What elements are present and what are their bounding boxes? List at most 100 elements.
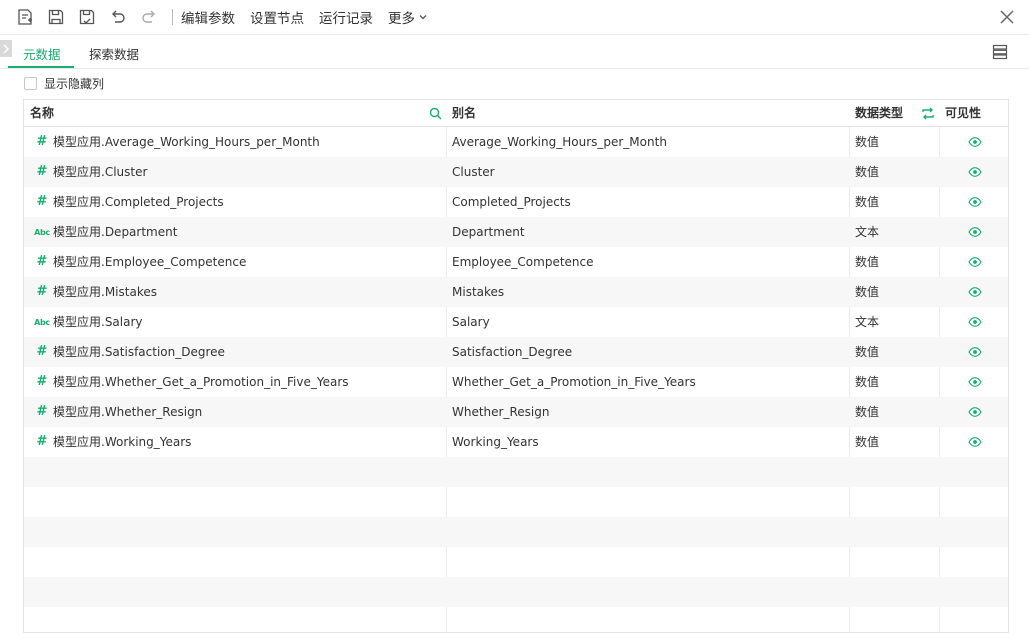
toggle-type-icon[interactable] [921, 107, 935, 120]
show-hidden-columns-toggle[interactable]: 显示隐藏列 [24, 75, 104, 92]
cell-data-type[interactable]: 数值 [855, 367, 879, 397]
cell-data-type[interactable]: 数值 [855, 187, 879, 217]
cell-data-type[interactable]: 数值 [855, 427, 879, 457]
numeric-type-icon: # [36, 134, 48, 149]
numeric-type-icon: # [36, 284, 48, 299]
cell-name: 模型应用.Employee_Competence [53, 255, 247, 269]
table-row[interactable]: # 模型应用.Employee_Competence Employee_Compet… [24, 247, 1008, 277]
more-menu[interactable]: 更多 [388, 7, 428, 27]
cell-data-type[interactable]: 文本 [855, 307, 879, 337]
table-row[interactable]: # 模型应用.Mistakes Mistakes 数值 [24, 277, 1008, 307]
text-type-icon: Abc [34, 318, 50, 327]
eye-icon[interactable] [968, 196, 982, 208]
numeric-type-icon: # [36, 194, 48, 209]
show-hidden-label: 显示隐藏列 [44, 77, 105, 91]
cell-name: 模型应用.Completed_Projects [53, 195, 224, 209]
cell-name: 模型应用.Whether_Resign [53, 405, 203, 419]
eye-icon[interactable] [968, 256, 982, 268]
tab-explore-data[interactable]: 探索数据 [89, 44, 139, 63]
cell-alias[interactable]: Department [452, 217, 525, 247]
edit-params-menu[interactable]: 编辑参数 [181, 7, 235, 27]
tab-metadata[interactable]: 元数据 [23, 44, 61, 63]
empty-row [24, 607, 1008, 632]
numeric-type-icon: # [36, 374, 48, 389]
cell-alias[interactable]: Average_Working_Hours_per_Month [452, 127, 667, 157]
table-row[interactable]: Abc 模型应用.Salary Salary 文本 [24, 307, 1008, 337]
cell-name: 模型应用.Average_Working_Hours_per_Month [53, 135, 320, 149]
numeric-type-icon: # [36, 434, 48, 449]
cell-data-type[interactable]: 数值 [855, 397, 879, 427]
toolbar-divider [172, 9, 173, 25]
table-row[interactable]: # 模型应用.Average_Working_Hours_per_Month Ave… [24, 127, 1008, 157]
table-row[interactable]: # 模型应用.Working_Years Working_Years 数值 [24, 427, 1008, 457]
numeric-type-icon: # [36, 254, 48, 269]
cell-data-type[interactable]: 数值 [855, 337, 879, 367]
eye-icon[interactable] [968, 286, 982, 298]
empty-row [24, 547, 1008, 577]
node-settings-menu[interactable]: 设置节点 [250, 7, 304, 27]
numeric-type-icon: # [36, 344, 48, 359]
empty-row [24, 517, 1008, 547]
metadata-table: 名称 别名 数据类型 可见性 # 模型应用.Average_Working_Hou… [23, 99, 1009, 633]
eye-icon[interactable] [968, 346, 982, 358]
chevron-down-icon [419, 15, 427, 20]
eye-icon[interactable] [968, 316, 982, 328]
more-menu-label: 更多 [388, 11, 415, 27]
cell-alias[interactable]: Whether_Get_a_Promotion_in_Five_Years [452, 367, 696, 397]
cell-data-type[interactable]: 数值 [855, 157, 879, 187]
chevron-right-icon [3, 43, 10, 54]
cell-alias[interactable]: Employee_Competence [452, 247, 594, 277]
table-row[interactable]: # 模型应用.Completed_Projects Completed_Projec… [24, 187, 1008, 217]
table-row[interactable]: # 模型应用.Cluster Cluster 数值 [24, 157, 1008, 187]
eye-icon[interactable] [968, 376, 982, 388]
cell-alias[interactable]: Whether_Resign [452, 397, 549, 427]
sidebar-expand-toggle[interactable] [0, 40, 12, 57]
header-data-type: 数据类型 [855, 106, 904, 120]
cell-alias[interactable]: Cluster [452, 157, 495, 187]
eye-icon[interactable] [968, 406, 982, 418]
eye-icon[interactable] [968, 166, 982, 178]
cell-alias[interactable]: Satisfaction_Degree [452, 337, 572, 367]
table-row[interactable]: # 模型应用.Whether_Resign Whether_Resign 数值 [24, 397, 1008, 427]
cell-name: 模型应用.Cluster [53, 165, 148, 179]
show-hidden-checkbox[interactable] [24, 77, 37, 90]
cell-alias[interactable]: Salary [452, 307, 490, 337]
new-node-icon[interactable] [15, 7, 35, 27]
save-icon[interactable] [46, 7, 66, 27]
save-as-icon[interactable] [77, 7, 97, 27]
table-row[interactable]: # 模型应用.Satisfaction_Degree Satisfaction_De… [24, 337, 1008, 367]
cell-data-type[interactable]: 文本 [855, 217, 879, 247]
cell-alias[interactable]: Mistakes [452, 277, 504, 307]
header-alias: 别名 [452, 106, 477, 120]
tab-bar: 元数据 探索数据 [0, 35, 1029, 69]
cell-alias[interactable]: Working_Years [452, 427, 539, 457]
eye-icon[interactable] [968, 436, 982, 448]
cell-data-type[interactable]: 数值 [855, 127, 879, 157]
cell-name: 模型应用.Salary [53, 315, 143, 329]
header-visibility: 可见性 [945, 106, 982, 120]
table-body: # 模型应用.Average_Working_Hours_per_Month Ave… [24, 127, 1008, 632]
eye-icon[interactable] [968, 136, 982, 148]
header-name: 名称 [30, 106, 55, 120]
empty-row [24, 577, 1008, 607]
undo-icon[interactable] [108, 7, 128, 27]
active-tab-indicator [8, 66, 74, 68]
close-icon[interactable] [999, 9, 1015, 25]
cell-name: 模型应用.Mistakes [53, 285, 157, 299]
cell-name: 模型应用.Department [53, 225, 178, 239]
table-row[interactable]: # 模型应用.Whether_Get_a_Promotion_in_Five_Ye… [24, 367, 1008, 397]
search-icon[interactable] [429, 107, 442, 120]
cell-data-type[interactable]: 数值 [855, 247, 879, 277]
run-history-menu[interactable]: 运行记录 [319, 7, 373, 27]
table-row[interactable]: Abc 模型应用.Department Department 文本 [24, 217, 1008, 247]
eye-icon[interactable] [968, 226, 982, 238]
cell-data-type[interactable]: 数值 [855, 277, 879, 307]
cell-name: 模型应用.Satisfaction_Degree [53, 345, 225, 359]
cell-name: 模型应用.Whether_Get_a_Promotion_in_Five_Yea… [53, 375, 349, 389]
toolbar: 编辑参数 设置节点 运行记录 更多 [0, 0, 1029, 35]
redo-icon[interactable] [139, 7, 159, 27]
cell-name: 模型应用.Working_Years [53, 435, 192, 449]
cell-alias[interactable]: Completed_Projects [452, 187, 571, 217]
numeric-type-icon: # [36, 164, 48, 179]
list-view-icon[interactable] [992, 44, 1008, 60]
